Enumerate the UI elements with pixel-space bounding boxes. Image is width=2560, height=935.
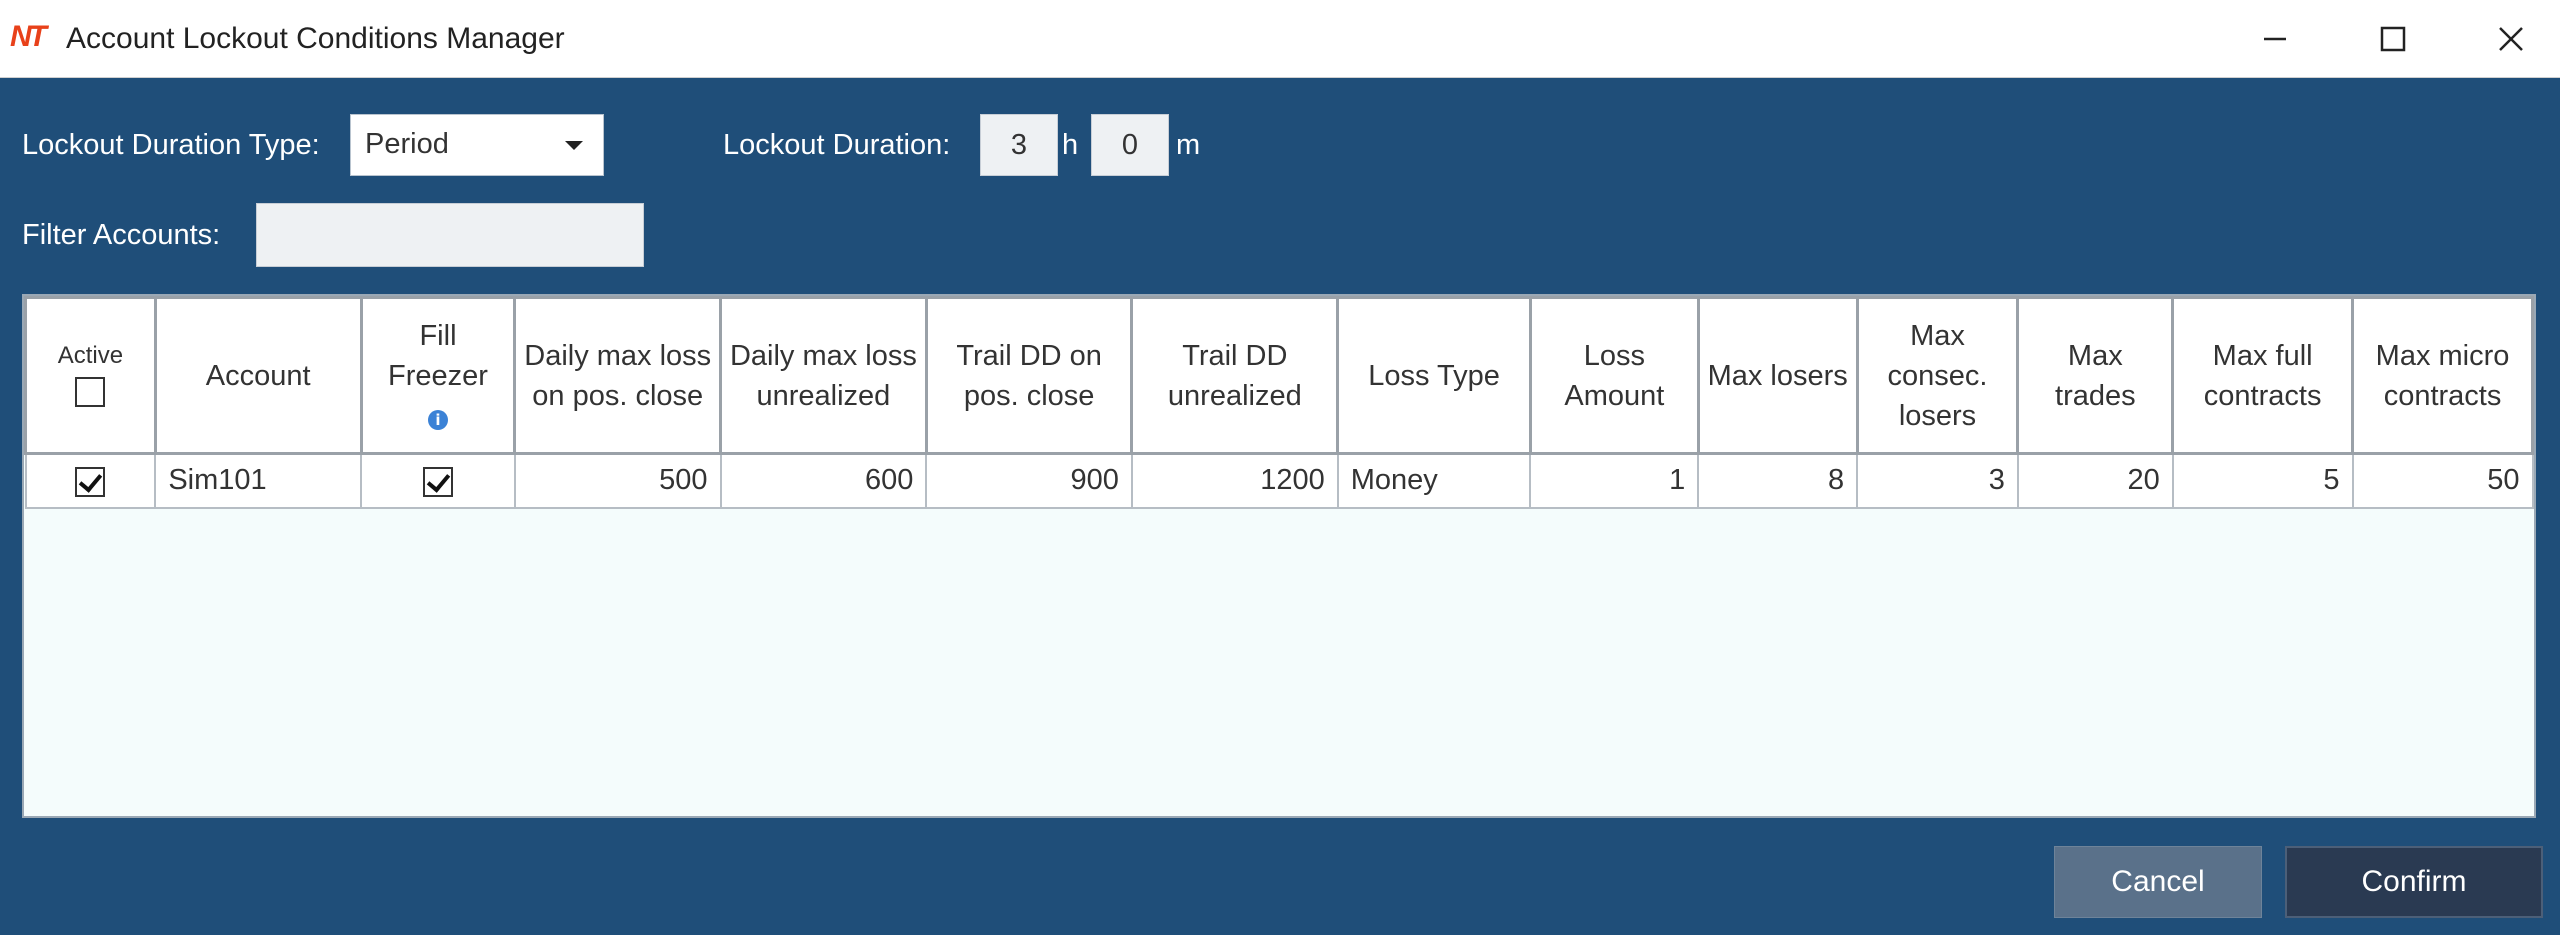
col-header-loss-type[interactable]: Loss Type <box>1336 296 1532 455</box>
duration-type-value: Period <box>365 128 449 160</box>
info-icon[interactable]: i <box>427 409 448 430</box>
loss-amount-cell[interactable]: 1 <box>1529 452 1700 509</box>
title-bar: NT Account Lockout Conditions Manager <box>0 0 2560 78</box>
col-header-account[interactable]: Account <box>153 296 363 455</box>
header-row: Active Account Fill Freezer i Daily max … <box>24 296 2534 455</box>
lockout-grid: Active Account Fill Freezer i Daily max … <box>22 294 2536 818</box>
main-content: Lockout Duration Type: Period Lockout Du… <box>0 78 2560 935</box>
filter-label: Filter Accounts: <box>22 219 221 251</box>
active-cell[interactable] <box>24 452 157 509</box>
checkmark-icon <box>426 467 451 493</box>
hours-unit: h <box>1062 129 1079 161</box>
minimize-button[interactable] <box>2216 0 2334 78</box>
filter-accounts-input[interactable] <box>256 203 644 267</box>
account-cell[interactable]: Sim101 <box>154 452 363 509</box>
minimize-icon <box>2264 37 2286 41</box>
window-title: Account Lockout Conditions Manager <box>66 22 565 55</box>
col-header-max-trades[interactable]: Max trades <box>2016 296 2175 455</box>
close-icon <box>2499 27 2523 51</box>
col-header-active[interactable]: Active <box>24 296 157 455</box>
select-all-checkbox[interactable] <box>75 376 106 407</box>
duration-type-label: Lockout Duration Type: <box>22 129 320 161</box>
fill-freezer-checkbox[interactable] <box>422 466 453 497</box>
fill-freezer-header-label: Fill Freezer <box>388 319 488 392</box>
duration-label: Lockout Duration: <box>723 129 951 161</box>
close-button[interactable] <box>2452 0 2560 78</box>
max-losers-cell[interactable]: 8 <box>1697 452 1859 509</box>
minutes-unit: m <box>1176 129 1201 161</box>
active-checkbox[interactable] <box>75 466 106 497</box>
trail-dd-close-cell[interactable]: 900 <box>925 452 1133 509</box>
col-header-max-consec-losers[interactable]: Max consec. losers <box>1855 296 2020 455</box>
col-header-max-micro-contracts[interactable]: Max micro contracts <box>2351 296 2534 455</box>
daily-max-loss-close-cell[interactable]: 500 <box>513 452 722 509</box>
max-consec-losers-cell[interactable]: 3 <box>1856 452 2019 509</box>
loss-type-cell[interactable]: Money <box>1336 452 1532 509</box>
maximize-icon <box>2380 26 2406 52</box>
max-micro-contracts-cell[interactable]: 50 <box>2351 452 2534 509</box>
hours-input[interactable]: 3 <box>980 114 1058 176</box>
fill-freezer-cell[interactable] <box>360 452 516 509</box>
max-trades-cell[interactable]: 20 <box>2016 452 2174 509</box>
col-header-daily-max-loss-unrealized[interactable]: Daily max loss unrealized <box>719 296 928 455</box>
footer: Cancel Confirm <box>0 818 2560 935</box>
table-row[interactable]: Sim101 500 600 900 1200 Money 1 8 3 20 5… <box>24 452 2534 509</box>
duration-type-select[interactable]: Period <box>350 114 604 176</box>
daily-max-loss-unrealized-cell[interactable]: 600 <box>719 452 928 509</box>
col-header-daily-max-loss-close[interactable]: Daily max loss on pos. close <box>513 296 723 455</box>
col-header-trail-dd-unrealized[interactable]: Trail DD unrealized <box>1130 296 1340 455</box>
col-header-max-losers[interactable]: Max losers <box>1696 296 1859 455</box>
col-header-fill-freezer[interactable]: Fill Freezer i <box>359 296 517 455</box>
trail-dd-unrealized-cell[interactable]: 1200 <box>1130 452 1339 509</box>
maximize-button[interactable] <box>2334 0 2452 78</box>
col-header-trail-dd-close[interactable]: Trail DD on pos. close <box>924 296 1134 455</box>
active-header-label: Active <box>57 341 124 369</box>
lockout-table: Active Account Fill Freezer i Daily max … <box>24 296 2534 509</box>
col-header-loss-amount[interactable]: Loss Amount <box>1528 296 1700 455</box>
checkmark-icon <box>79 467 103 493</box>
col-header-max-full-contracts[interactable]: Max full contracts <box>2171 296 2355 455</box>
chevron-down-icon <box>565 141 583 150</box>
max-full-contracts-cell[interactable]: 5 <box>2171 452 2354 509</box>
minutes-input[interactable]: 0 <box>1091 114 1169 176</box>
app-logo-icon: NT <box>10 20 47 53</box>
